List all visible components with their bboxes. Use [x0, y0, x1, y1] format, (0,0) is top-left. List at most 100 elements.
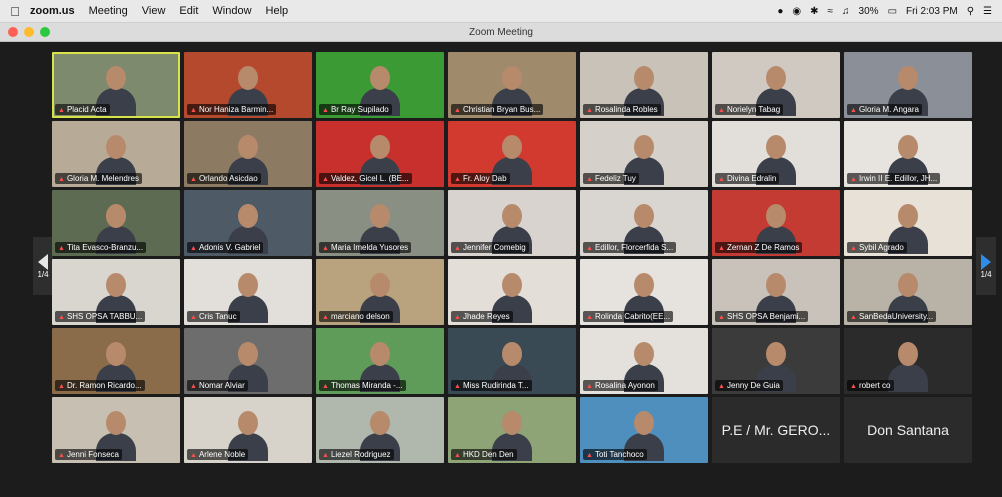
person-head	[370, 204, 390, 228]
apple-icon[interactable]: 	[0, 4, 30, 19]
person-head	[634, 66, 654, 90]
muted-mic-icon: ▲	[586, 452, 593, 459]
window-titlebar: Zoom Meeting	[0, 23, 1002, 42]
battery-percent[interactable]: 30%	[859, 6, 879, 17]
muted-mic-icon: ▲	[454, 176, 461, 183]
muted-mic-icon: ▲	[718, 107, 725, 114]
search-icon[interactable]: ⚲	[967, 6, 974, 17]
participant-name-label: ▲ Liezel Rodriguez	[319, 449, 394, 460]
next-page-button[interactable]: 1/4	[976, 237, 996, 295]
participant-tile[interactable]: ▲ SHS OPSA Benjami...	[712, 259, 840, 325]
participant-tile[interactable]: ▲ Nomar Alviar	[184, 328, 312, 394]
participant-name-label: ▲ Norielyn Tabag	[715, 104, 784, 115]
participant-tile[interactable]: ▲ SanBedaUniversity...	[844, 259, 972, 325]
participant-tile[interactable]: ▲ Tita Evasco-Branzu...	[52, 190, 180, 256]
participant-tile[interactable]: ▲ marciano delson	[316, 259, 444, 325]
person-head	[502, 342, 522, 366]
participant-tile[interactable]: ▲ Thomas Miranda -...	[316, 328, 444, 394]
menu-meeting[interactable]: Meeting	[89, 5, 128, 17]
participant-name: robert co	[858, 381, 891, 390]
zoom-window-button[interactable]	[40, 27, 50, 37]
participant-tile[interactable]: ▲ Gloria M. Angara	[844, 52, 972, 118]
menu-app-zoom[interactable]: zoom.us	[30, 5, 75, 17]
participant-tile[interactable]: ▲ Jenni Fonseca	[52, 397, 180, 463]
participant-tile[interactable]: ▲ SHS OPSA TABBU...	[52, 259, 180, 325]
participant-name: Miss Rudirinda T...	[462, 381, 529, 390]
participant-tile[interactable]: ▲ Valdez, Gicel L. (BE...	[316, 121, 444, 187]
participant-tile[interactable]: ▲ Norielyn Tabag	[712, 52, 840, 118]
participant-tile[interactable]: ▲ Adonis V. Gabriel	[184, 190, 312, 256]
volume-icon[interactable]: ♫	[842, 6, 850, 17]
participant-tile[interactable]: ▲ Irwin II E. Edillor, JH...	[844, 121, 972, 187]
participant-tile[interactable]: ▲ Arlene Noble	[184, 397, 312, 463]
participant-tile[interactable]: ▲ Jenny De Guia	[712, 328, 840, 394]
muted-mic-icon: ▲	[322, 452, 329, 459]
muted-mic-icon: ▲	[586, 245, 593, 252]
participant-tile[interactable]: ▲ Rosalinda Robles	[580, 52, 708, 118]
participant-name-label: ▲ Placid Acta	[55, 104, 110, 115]
participant-tile[interactable]: ▲ Toti Tanchoco	[580, 397, 708, 463]
participant-display-name: P.E / Mr. GERO...	[721, 422, 831, 438]
participant-tile[interactable]: ▲ Rosalina Ayonon	[580, 328, 708, 394]
participant-tile[interactable]: ▲ Jhade Reyes	[448, 259, 576, 325]
participant-name: Christian Bryan Bus...	[462, 105, 541, 114]
participant-name-label: ▲ Jenny De Guia	[715, 380, 783, 391]
participant-tile[interactable]: ▲ Orlando Asicdao	[184, 121, 312, 187]
muted-mic-icon: ▲	[190, 176, 197, 183]
participant-tile[interactable]: ▲ Placid Acta	[52, 52, 180, 118]
participant-tile[interactable]: Don Santana	[844, 397, 972, 463]
participant-name: Br Ray Supilado	[330, 105, 389, 114]
participant-name-label: ▲ Nor Haniza Barmin...	[187, 104, 277, 115]
zoom-status-icon[interactable]: ◉	[792, 6, 801, 17]
participant-tile[interactable]: ▲ Gloria M. Melendres	[52, 121, 180, 187]
participant-name: Dr. Ramon Ricardo...	[66, 381, 142, 390]
participant-name-label: ▲ Adonis V. Gabriel	[187, 242, 264, 253]
participant-tile[interactable]: ▲ Cris Tanuc	[184, 259, 312, 325]
menu-help[interactable]: Help	[266, 5, 289, 17]
participant-tile[interactable]: ▲ Miss Rudirinda T...	[448, 328, 576, 394]
participant-tile[interactable]: ▲ Dr. Ramon Ricardo...	[52, 328, 180, 394]
participant-name-label: ▲ Miss Rudirinda T...	[451, 380, 532, 391]
camera-status-icon[interactable]: ●	[777, 6, 783, 17]
participant-name-label: ▲ Gloria M. Angara	[847, 104, 922, 115]
participant-tile[interactable]: ▲ Edillor, Florcerfida S...	[580, 190, 708, 256]
person-head	[898, 135, 918, 159]
wifi-icon[interactable]: ≈	[828, 6, 834, 17]
extension-icon[interactable]: ✱	[810, 6, 818, 17]
clock[interactable]: Fri 2:03 PM	[906, 6, 958, 17]
participant-name-label: ▲ Arlene Noble	[187, 449, 249, 460]
participant-tile[interactable]: ▲ robert co	[844, 328, 972, 394]
participant-name: Jenny De Guia	[726, 381, 780, 390]
participant-tile[interactable]: ▲ Fedeliz Tuy	[580, 121, 708, 187]
participant-tile[interactable]: ▲ Sybil Agrado	[844, 190, 972, 256]
menu-view[interactable]: View	[142, 5, 166, 17]
participant-name-label: ▲ Jennifer Comebig	[451, 242, 529, 253]
participant-tile[interactable]: ▲ Zernan Z De Ramos	[712, 190, 840, 256]
participant-tile[interactable]: ▲ HKD Den Den	[448, 397, 576, 463]
participant-tile[interactable]: ▲ Maria Imelda Yusores	[316, 190, 444, 256]
participant-tile[interactable]: ▲ Nor Haniza Barmin...	[184, 52, 312, 118]
close-window-button[interactable]	[8, 27, 18, 37]
participant-tile[interactable]: ▲ Rolinda Cabrito(EE...	[580, 259, 708, 325]
person-torso	[888, 364, 928, 392]
person-head	[106, 204, 126, 228]
previous-page-button[interactable]: 1/4	[33, 237, 53, 295]
participant-tile[interactable]: P.E / Mr. GERO...	[712, 397, 840, 463]
muted-mic-icon: ▲	[454, 383, 461, 390]
participant-tile[interactable]: ▲ Jennifer Comebig	[448, 190, 576, 256]
participant-tile[interactable]: ▲ Christian Bryan Bus...	[448, 52, 576, 118]
muted-mic-icon: ▲	[322, 383, 329, 390]
muted-mic-icon: ▲	[586, 383, 593, 390]
participant-tile[interactable]: ▲ Divina Edralin	[712, 121, 840, 187]
menu-window[interactable]: Window	[212, 5, 251, 17]
minimize-window-button[interactable]	[24, 27, 34, 37]
notification-center-icon[interactable]: ☰	[983, 6, 992, 17]
participant-name: SHS OPSA Benjami...	[726, 312, 806, 321]
participant-tile[interactable]: ▲ Fr. Aloy Dab	[448, 121, 576, 187]
participant-tile[interactable]: ▲ Br Ray Supilado	[316, 52, 444, 118]
menu-edit[interactable]: Edit	[179, 5, 198, 17]
participant-name-label: ▲ Rolinda Cabrito(EE...	[583, 311, 674, 322]
participant-tile[interactable]: ▲ Liezel Rodriguez	[316, 397, 444, 463]
participant-name-label: ▲ Maria Imelda Yusores	[319, 242, 412, 253]
participant-name: Toti Tanchoco	[594, 450, 644, 459]
